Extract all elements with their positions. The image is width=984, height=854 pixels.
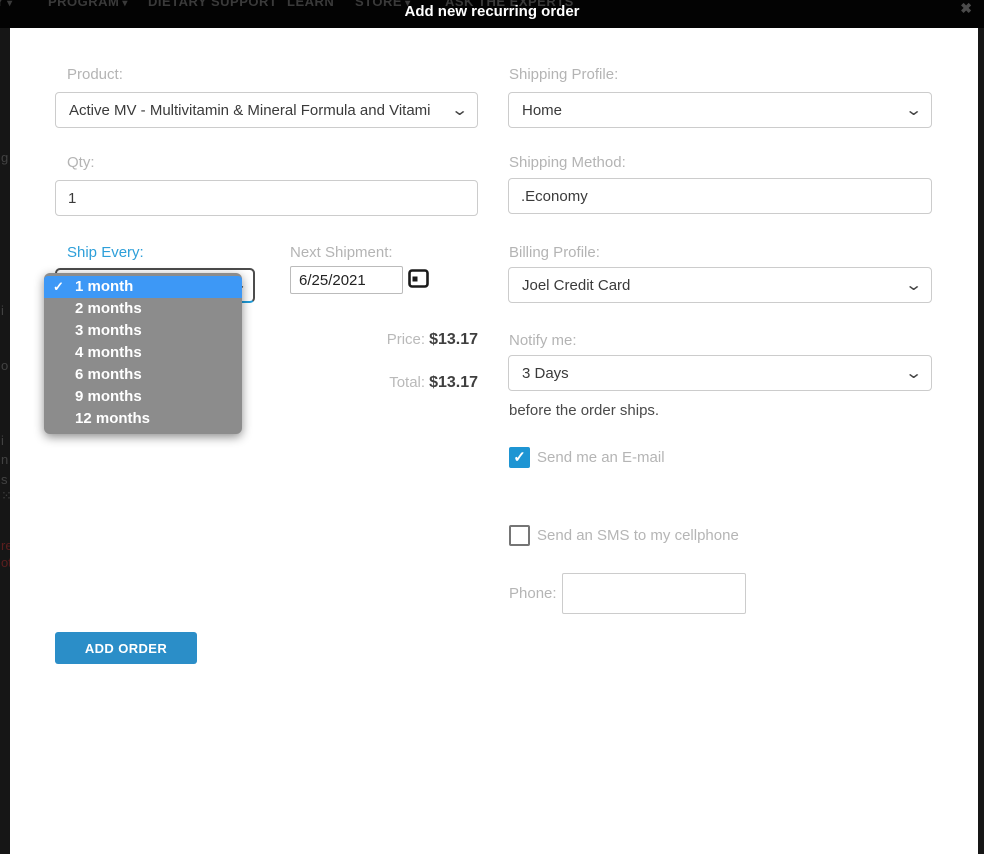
check-icon: ✓: [513, 449, 526, 466]
bg-fragment: re: [1, 538, 10, 553]
ship-every-dropdown: ✓1 month 2 months 3 months 4 months 6 mo…: [44, 273, 242, 434]
dropdown-option-2-months[interactable]: 2 months: [44, 298, 242, 320]
dropdown-option-9-months[interactable]: 9 months: [44, 386, 242, 408]
dropdown-option-4-months[interactable]: 4 months: [44, 342, 242, 364]
email-checkbox-label[interactable]: Send me an E-mail: [537, 449, 665, 466]
qty-label: Qty:: [67, 154, 95, 171]
billing-profile-value: Joel Credit Card: [522, 277, 630, 294]
phone-input[interactable]: [562, 573, 746, 614]
dropdown-option-6-months[interactable]: 6 months: [44, 364, 242, 386]
bg-fragment: g: [1, 150, 8, 165]
shipping-method-label: Shipping Method:: [509, 154, 626, 171]
bg-fragment: o: [1, 358, 8, 373]
dropdown-option-3-months[interactable]: 3 months: [44, 320, 242, 342]
shipping-profile-label: Shipping Profile:: [509, 66, 618, 83]
background-overlay-left: g i o i n s ⁙ re ot: [0, 28, 10, 854]
bg-fragment: ⁙: [1, 488, 10, 504]
product-label: Product:: [67, 66, 123, 83]
chevron-down-icon: ⌄: [904, 363, 922, 383]
bg-fragment: n: [1, 452, 8, 467]
shipping-profile-value: Home: [522, 102, 562, 119]
bg-fragment: i: [1, 303, 4, 318]
bg-fragment: s: [1, 472, 8, 487]
bg-fragment: ot: [1, 555, 10, 570]
topbar: Y▾ PROGRAM▾ DIETARY SUPPORT LEARN STORE▾…: [0, 0, 984, 28]
dropdown-option-1-month[interactable]: ✓1 month: [44, 276, 242, 298]
email-checkbox[interactable]: ✓: [509, 447, 530, 468]
billing-profile-label: Billing Profile:: [509, 244, 600, 261]
notify-me-select[interactable]: 3 Days ⌄: [508, 355, 932, 391]
notify-suffix-text: before the order ships.: [509, 402, 659, 419]
shipping-profile-select[interactable]: Home ⌄: [508, 92, 932, 128]
sms-checkbox-label[interactable]: Send an SMS to my cellphone: [537, 527, 739, 544]
check-icon: ✓: [53, 276, 64, 298]
chevron-down-icon: ⌄: [904, 100, 922, 120]
modal-title: Add new recurring order: [0, 3, 984, 20]
notify-me-value: 3 Days: [522, 365, 569, 382]
background-overlay-right: [978, 28, 984, 854]
ship-every-label: Ship Every:: [67, 244, 144, 261]
next-shipment-label: Next Shipment:: [290, 244, 393, 261]
chevron-down-icon: ⌄: [904, 275, 922, 295]
total-label: Total:: [389, 374, 425, 391]
shipping-method-input[interactable]: [508, 178, 932, 214]
close-icon[interactable]: ✖: [960, 0, 972, 17]
phone-label: Phone:: [509, 585, 557, 602]
add-order-button[interactable]: ADD ORDER: [55, 632, 197, 664]
notify-me-label: Notify me:: [509, 332, 577, 349]
product-value: Active MV - Multivitamin & Mineral Formu…: [69, 102, 431, 119]
bg-fragment: i: [1, 433, 4, 448]
total-value: $13.17: [429, 374, 478, 391]
next-shipment-input[interactable]: [290, 266, 403, 294]
dropdown-option-12-months[interactable]: 12 months: [44, 408, 242, 430]
add-recurring-order-modal: Product: Active MV - Multivitamin & Mine…: [10, 28, 978, 854]
product-select[interactable]: Active MV - Multivitamin & Mineral Formu…: [55, 92, 478, 128]
calendar-icon[interactable]: [408, 268, 429, 289]
sms-checkbox[interactable]: [509, 525, 530, 546]
qty-input[interactable]: [55, 180, 478, 216]
chevron-down-icon: ⌄: [450, 100, 468, 120]
price-label: Price:: [387, 331, 425, 348]
billing-profile-select[interactable]: Joel Credit Card ⌄: [508, 267, 932, 303]
price-value: $13.17: [429, 331, 478, 348]
